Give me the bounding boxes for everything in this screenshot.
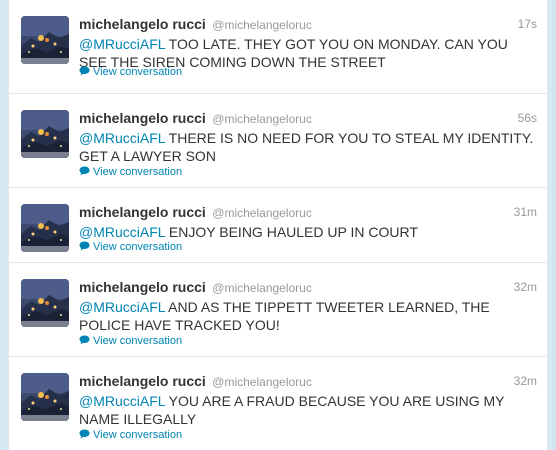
view-conversation-label: View conversation bbox=[93, 429, 183, 441]
speech-bubble-icon bbox=[79, 429, 90, 439]
user-handle[interactable]: @michelangeloruc bbox=[212, 206, 312, 220]
user-fullname[interactable]: michelangelo rucci bbox=[79, 373, 206, 389]
speech-bubble-icon bbox=[79, 335, 90, 345]
tweet-timestamp[interactable]: 32m bbox=[514, 374, 537, 388]
user-fullname[interactable]: michelangelo rucci bbox=[79, 204, 206, 220]
tweet-text: @MRucciAFL THERE IS NO NEED FOR YOU TO S… bbox=[79, 129, 537, 165]
tweet-text: @MRucciAFL AND AS THE TIPPETT TWEETER LE… bbox=[79, 298, 537, 334]
avatar[interactable] bbox=[21, 204, 69, 252]
avatar-night-city-image bbox=[21, 16, 69, 64]
user-handle[interactable]: @michelangeloruc bbox=[212, 18, 312, 32]
view-conversation-link[interactable]: View conversation bbox=[79, 241, 182, 253]
tweet-header: michelangelo rucci @michelangeloruc 56s bbox=[79, 110, 537, 128]
speech-bubble-icon bbox=[79, 241, 90, 251]
tweet-item[interactable]: michelangelo rucci @michelangeloruc 17s … bbox=[9, 0, 547, 94]
tweet-timestamp[interactable]: 31m bbox=[514, 205, 537, 219]
avatar-night-city-image bbox=[21, 204, 69, 252]
avatar[interactable] bbox=[21, 16, 69, 64]
user-handle[interactable]: @michelangeloruc bbox=[212, 112, 312, 126]
avatar-night-city-image bbox=[21, 110, 69, 158]
tweet-body: ENJOY BEING HAULED UP IN COURT bbox=[165, 224, 418, 240]
tweet-item[interactable]: michelangelo rucci @michelangeloruc 56s … bbox=[9, 94, 547, 188]
mention-link[interactable]: @MRucciAFL bbox=[79, 393, 165, 409]
speech-bubble-icon bbox=[79, 166, 90, 176]
tweet-text: @MRucciAFL YOU ARE A FRAUD BECAUSE YOU A… bbox=[79, 392, 537, 428]
mention-link[interactable]: @MRucciAFL bbox=[79, 130, 165, 146]
tweet-header: michelangelo rucci @michelangeloruc 17s bbox=[79, 16, 537, 34]
tweet-timestamp[interactable]: 17s bbox=[518, 17, 537, 31]
user-handle[interactable]: @michelangeloruc bbox=[212, 375, 312, 389]
tweet-timestamp[interactable]: 32m bbox=[514, 280, 537, 294]
page-scrollbar[interactable] bbox=[552, 0, 556, 450]
mention-link[interactable]: @MRucciAFL bbox=[79, 224, 165, 240]
view-conversation-link[interactable]: View conversation bbox=[79, 66, 182, 78]
mention-link[interactable]: @MRucciAFL bbox=[79, 299, 165, 315]
view-conversation-label: View conversation bbox=[93, 335, 183, 347]
avatar[interactable] bbox=[21, 373, 69, 421]
tweet-item[interactable]: michelangelo rucci @michelangeloruc 31m … bbox=[9, 188, 547, 263]
view-conversation-link[interactable]: View conversation bbox=[79, 335, 182, 347]
user-fullname[interactable]: michelangelo rucci bbox=[79, 279, 206, 295]
avatar[interactable] bbox=[21, 279, 69, 327]
view-conversation-label: View conversation bbox=[93, 166, 183, 178]
mention-link[interactable]: @MRucciAFL bbox=[79, 36, 165, 52]
tweet-stream: michelangelo rucci @michelangeloruc 17s … bbox=[8, 0, 548, 450]
user-handle[interactable]: @michelangeloruc bbox=[212, 281, 312, 295]
avatar-night-city-image bbox=[21, 279, 69, 327]
tweet-item[interactable]: michelangelo rucci @michelangeloruc 32m … bbox=[9, 263, 547, 357]
speech-bubble-icon bbox=[79, 66, 90, 76]
tweet-item[interactable]: michelangelo rucci @michelangeloruc 32m … bbox=[9, 357, 547, 450]
view-conversation-label: View conversation bbox=[93, 66, 183, 78]
view-conversation-label: View conversation bbox=[93, 241, 183, 253]
user-fullname[interactable]: michelangelo rucci bbox=[79, 110, 206, 126]
view-conversation-link[interactable]: View conversation bbox=[79, 429, 182, 441]
user-fullname[interactable]: michelangelo rucci bbox=[79, 16, 206, 32]
avatar-night-city-image bbox=[21, 373, 69, 421]
avatar[interactable] bbox=[21, 110, 69, 158]
tweet-header: michelangelo rucci @michelangeloruc 32m bbox=[79, 279, 537, 297]
view-conversation-link[interactable]: View conversation bbox=[79, 166, 182, 178]
tweet-timestamp[interactable]: 56s bbox=[518, 111, 537, 125]
tweet-text: @MRucciAFL ENJOY BEING HAULED UP IN COUR… bbox=[79, 223, 537, 241]
tweet-header: michelangelo rucci @michelangeloruc 31m bbox=[79, 204, 537, 222]
tweet-header: michelangelo rucci @michelangeloruc 32m bbox=[79, 373, 537, 391]
